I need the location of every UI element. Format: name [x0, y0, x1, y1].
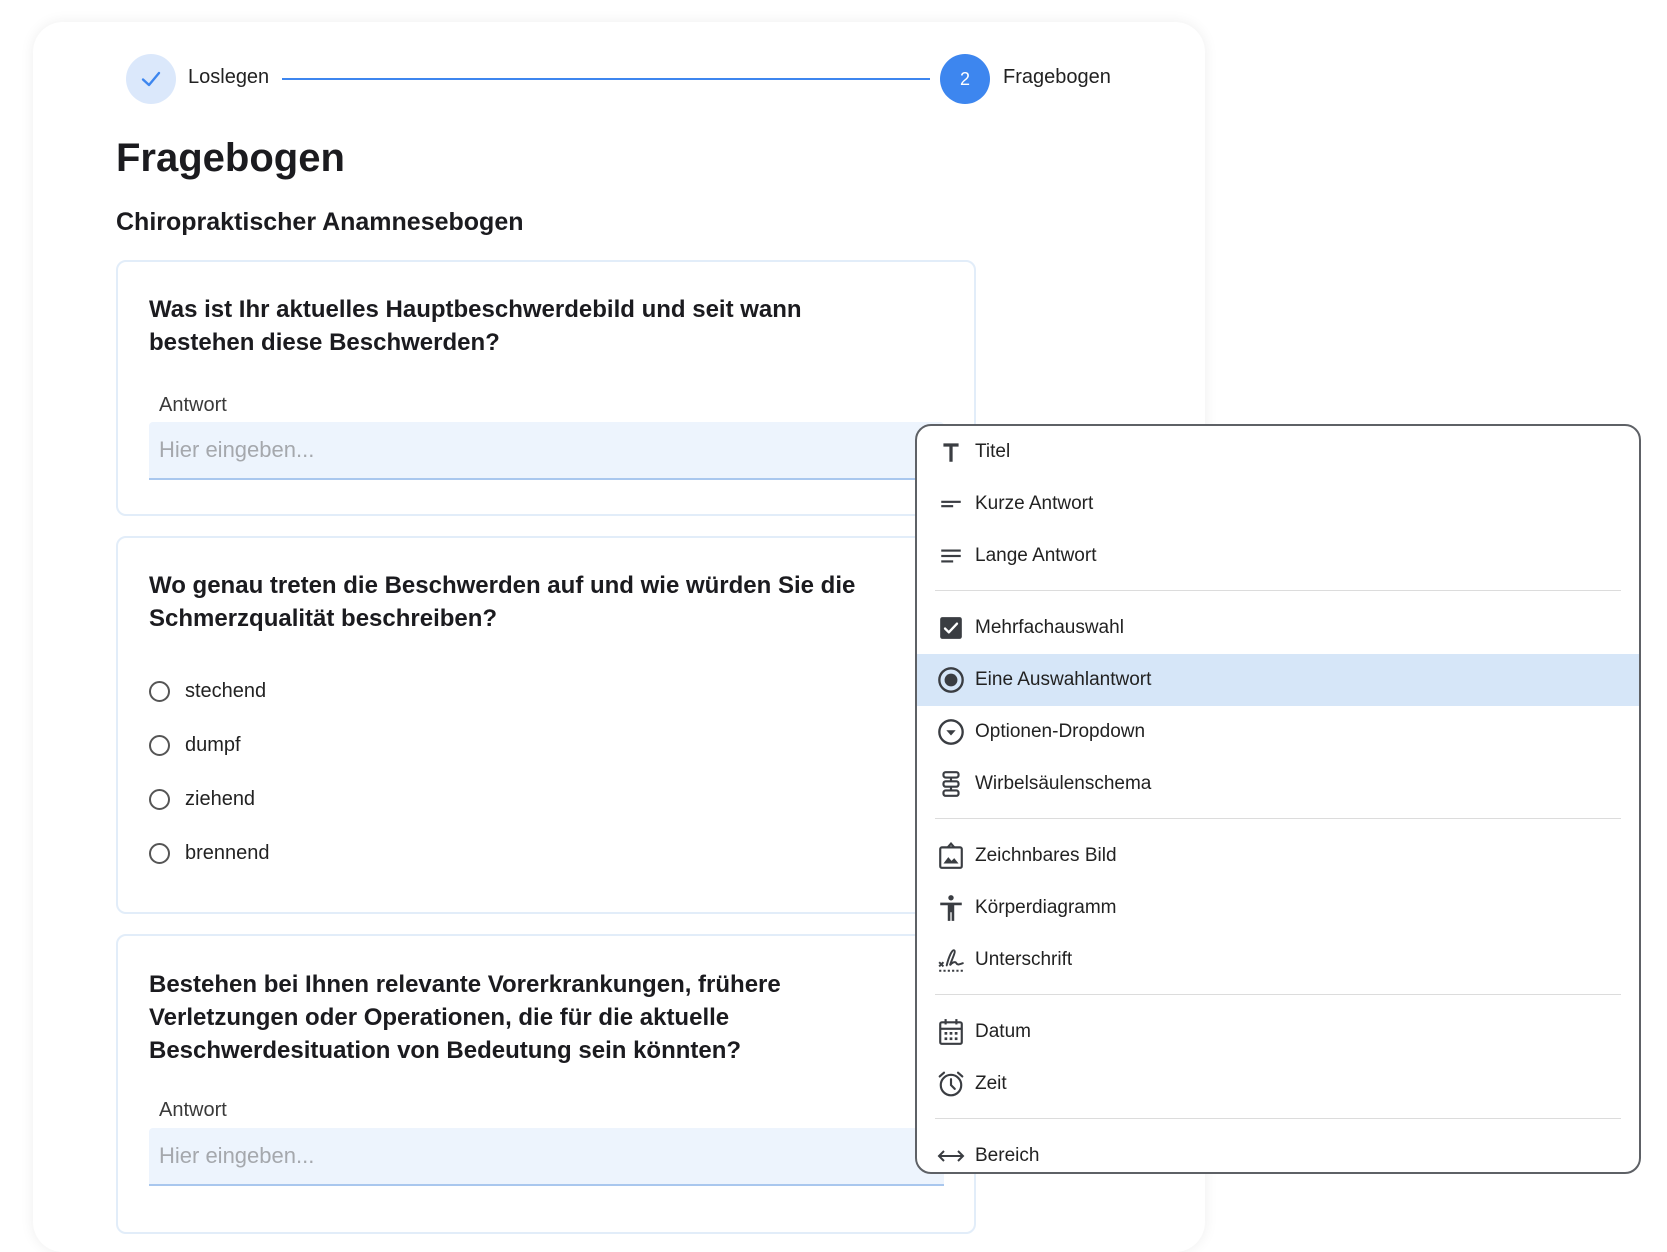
- answer-input-3[interactable]: [149, 1128, 944, 1186]
- question-card-1: Was ist Ihr aktuelles Hauptbeschwerdebil…: [116, 260, 976, 516]
- answer-label: Antwort: [159, 1099, 227, 1121]
- question-text: Was ist Ihr aktuelles Hauptbeschwerdebil…: [149, 296, 802, 356]
- menu-item-label: Wirbelsäulenschema: [975, 773, 1152, 794]
- question-card-3: Bestehen bei Ihnen relevante Vorerkranku…: [116, 934, 976, 1234]
- question-card-2: Wo genau treten die Beschwerden auf und …: [116, 536, 976, 914]
- menu-item-label: Körperdiagramm: [975, 897, 1117, 918]
- menu-item-datum[interactable]: Datum: [917, 1006, 1639, 1058]
- menu-divider: [935, 1118, 1621, 1119]
- menu-item-titel[interactable]: Titel: [917, 426, 1639, 478]
- menu-item-kurze-antwort[interactable]: Kurze Antwort: [917, 478, 1639, 530]
- menu-item-zeit[interactable]: Zeit: [917, 1058, 1639, 1110]
- dropdown-icon: [937, 718, 965, 746]
- menu-item-zeichnbares-bild[interactable]: Zeichnbares Bild: [917, 830, 1639, 882]
- menu-item-mehrfachauswahl[interactable]: Mehrfachauswahl: [917, 602, 1639, 654]
- long-text-icon: [937, 542, 965, 570]
- question-type-menu: Titel Kurze Antwort Lange Antwort Mehrfa…: [915, 424, 1641, 1174]
- radio-option-dumpf[interactable]: dumpf: [149, 730, 241, 760]
- answer-label: Antwort: [159, 394, 227, 416]
- answer-input-1[interactable]: [149, 422, 944, 480]
- title-icon: [937, 438, 965, 466]
- radio-button[interactable]: [149, 680, 170, 702]
- step-1-done-indicator: [126, 54, 176, 104]
- checkbox-icon: [937, 614, 965, 642]
- menu-item-label: Eine Auswahlantwort: [975, 669, 1152, 690]
- form-title: Chiropraktischer Anamnesebogen: [116, 208, 524, 236]
- menu-item-label: Unterschrift: [975, 949, 1073, 970]
- menu-divider: [935, 590, 1621, 591]
- menu-item-label: Optionen-Dropdown: [975, 721, 1146, 742]
- spine-icon: [937, 770, 965, 798]
- step-1-label: Loslegen: [188, 66, 270, 88]
- drawable-image-icon: [937, 842, 965, 870]
- menu-item-label: Datum: [975, 1021, 1031, 1042]
- menu-item-optionen-dropdown[interactable]: Optionen-Dropdown: [917, 706, 1639, 758]
- radio-button[interactable]: [149, 788, 170, 810]
- radio-option-brennend[interactable]: brennend: [149, 838, 270, 868]
- menu-item-label: Titel: [975, 441, 1011, 462]
- radio-button[interactable]: [149, 842, 170, 864]
- radio-option-stechend[interactable]: stechend: [149, 676, 266, 706]
- radio-label: brennend: [185, 841, 270, 864]
- radio-label: stechend: [185, 679, 267, 702]
- radio-label: dumpf: [185, 733, 241, 756]
- menu-item-label: Lange Antwort: [975, 545, 1097, 566]
- range-arrows-icon: [937, 1142, 965, 1170]
- step-2-indicator: 2: [940, 54, 990, 104]
- menu-item-eine-auswahlantwort[interactable]: Eine Auswahlantwort: [917, 654, 1639, 706]
- page-title: Fragebogen: [116, 136, 345, 180]
- menu-item-label: Zeit: [975, 1073, 1007, 1094]
- menu-item-wirbelsaeulenschema[interactable]: Wirbelsäulenschema: [917, 758, 1639, 810]
- question-text: Bestehen bei Ihnen relevante Vorerkranku…: [149, 971, 781, 1064]
- menu-item-label: Zeichnbares Bild: [975, 845, 1117, 866]
- menu-item-label: Bereich: [975, 1145, 1040, 1166]
- menu-item-label: Kurze Antwort: [975, 493, 1094, 514]
- calendar-icon: [937, 1018, 965, 1046]
- signature-icon: [937, 946, 965, 974]
- stepper-connector: [282, 78, 930, 80]
- checkmark-icon: [141, 71, 161, 87]
- step-2-label: Fragebogen: [1003, 66, 1111, 88]
- menu-divider: [935, 818, 1621, 819]
- menu-item-label: Mehrfachauswahl: [975, 617, 1124, 638]
- body-diagram-icon: [937, 894, 965, 922]
- menu-item-koerperdiagramm[interactable]: Körperdiagramm: [917, 882, 1639, 934]
- alarm-clock-icon: [937, 1070, 965, 1098]
- radio-button[interactable]: [149, 734, 170, 756]
- question-text: Wo genau treten die Beschwerden auf und …: [149, 572, 856, 632]
- radio-option-ziehend[interactable]: ziehend: [149, 784, 255, 814]
- radio-icon: [937, 666, 965, 694]
- radio-label: ziehend: [185, 787, 256, 810]
- menu-item-unterschrift[interactable]: Unterschrift: [917, 934, 1639, 986]
- short-text-icon: [937, 490, 965, 518]
- menu-item-lange-antwort[interactable]: Lange Antwort: [917, 530, 1639, 582]
- menu-divider: [935, 994, 1621, 995]
- menu-item-bereich[interactable]: Bereich: [917, 1130, 1639, 1172]
